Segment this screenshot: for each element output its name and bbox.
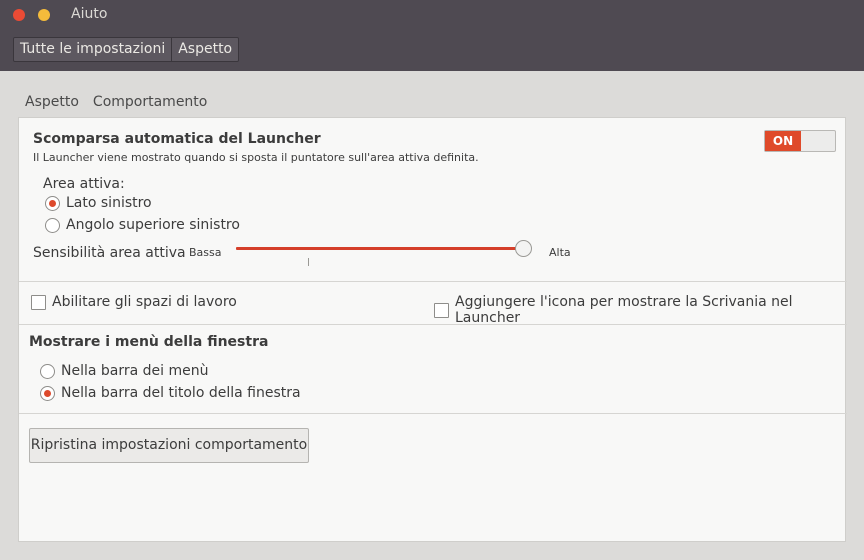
radio-title-bar[interactable]: Nella barra del titolo della finestra: [40, 385, 301, 401]
enable-workspaces-checkbox[interactable]: Abilitare gli spazi di lavoro: [31, 294, 237, 310]
sensitivity-slider-handle[interactable]: [515, 240, 532, 257]
divider: [19, 281, 847, 282]
radio-title-bar-indicator[interactable]: [40, 385, 55, 401]
window-title: Aiuto: [71, 6, 108, 22]
behavior-panel: Scomparsa automatica del Launcher Il Lau…: [18, 117, 847, 542]
radio-top-left-corner-label: Angolo superiore sinistro: [66, 217, 240, 233]
divider: [19, 324, 847, 325]
tab-behavior[interactable]: Comportamento: [93, 94, 207, 110]
close-window-icon[interactable]: [13, 9, 25, 21]
radio-left-side[interactable]: Lato sinistro: [45, 195, 152, 211]
tab-appearance[interactable]: Aspetto: [25, 94, 79, 110]
sensitivity-high-label: Alta: [549, 246, 571, 259]
show-desktop-icon-label: Aggiungere l'icona per mostrare la Scriv…: [455, 294, 793, 326]
sensitivity-low-label: Bassa: [189, 246, 222, 259]
show-desktop-icon-box[interactable]: [434, 302, 449, 318]
launcher-autohide-heading: Scomparsa automatica del Launcher: [33, 131, 321, 147]
sensitivity-label: Sensibilità area attiva: [33, 245, 186, 261]
sensitivity-slider-track[interactable]: [236, 247, 526, 250]
show-desktop-icon-checkbox[interactable]: Aggiungere l'icona per mostrare la Scriv…: [434, 294, 845, 326]
enable-workspaces-box[interactable]: [31, 294, 46, 310]
breadcrumb: Tutte le impostazioni Aspetto: [13, 37, 240, 62]
window-menus-heading: Mostrare i menù della finestra: [29, 334, 269, 350]
radio-left-side-label: Lato sinistro: [66, 195, 152, 211]
divider: [19, 413, 847, 414]
reset-behavior-button[interactable]: Ripristina impostazioni comportamento: [29, 428, 309, 463]
title-bar: Aiuto Tutte le impostazioni Aspetto: [0, 0, 864, 71]
radio-menu-bar-label: Nella barra dei menù: [61, 363, 209, 379]
toggle-on-label: ON: [765, 131, 801, 151]
sensitivity-slider-tick: [308, 258, 309, 266]
radio-menu-bar[interactable]: Nella barra dei menù: [40, 363, 209, 379]
enable-workspaces-label: Abilitare gli spazi di lavoro: [52, 294, 237, 310]
breadcrumb-appearance[interactable]: Aspetto: [172, 38, 239, 61]
launcher-autohide-description: Il Launcher viene mostrato quando si spo…: [33, 151, 479, 164]
radio-left-side-indicator[interactable]: [45, 195, 60, 211]
radio-top-left-corner-indicator[interactable]: [45, 217, 60, 233]
active-area-label: Area attiva:: [43, 176, 125, 192]
launcher-autohide-toggle[interactable]: ON: [764, 130, 836, 152]
radio-menu-bar-indicator[interactable]: [40, 363, 55, 379]
tab-bar: Aspetto Comportamento: [25, 94, 207, 110]
radio-title-bar-label: Nella barra del titolo della finestra: [61, 385, 301, 401]
minimize-window-icon[interactable]: [38, 9, 50, 21]
radio-top-left-corner[interactable]: Angolo superiore sinistro: [45, 217, 240, 233]
breadcrumb-all-settings[interactable]: Tutte le impostazioni: [14, 38, 173, 61]
